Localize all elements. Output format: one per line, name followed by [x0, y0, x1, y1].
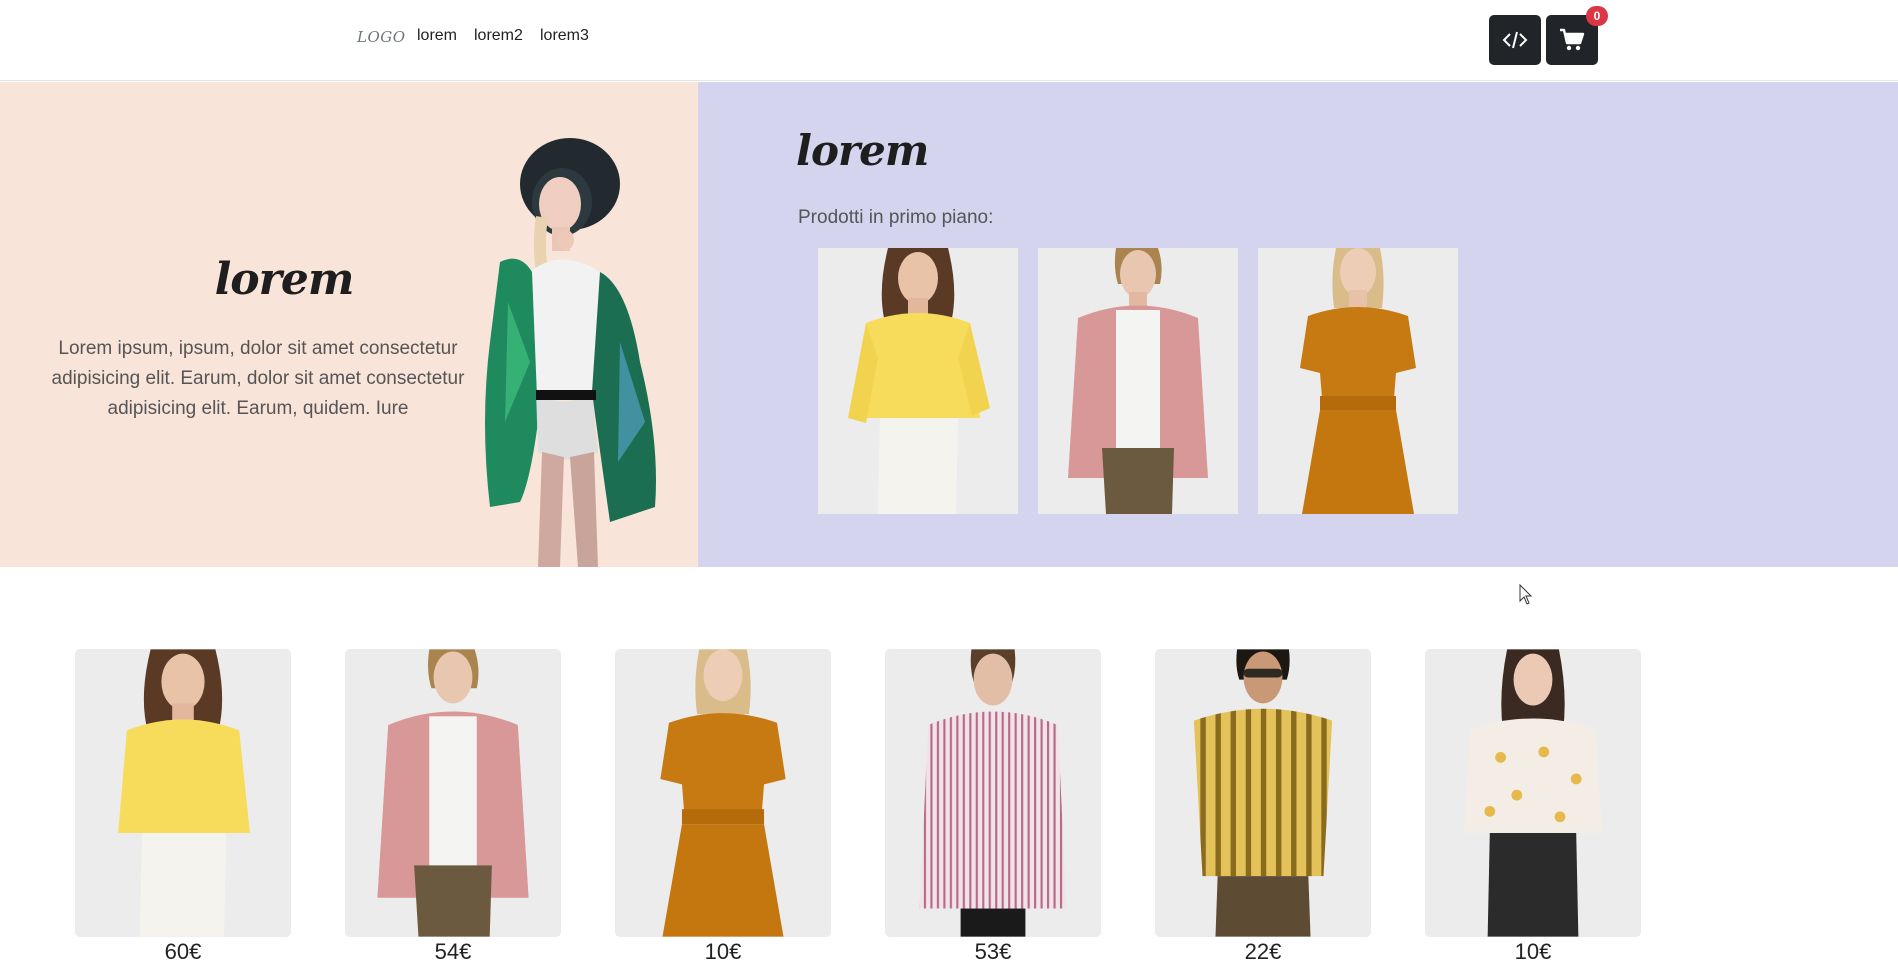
pink-shirt-image [345, 649, 561, 937]
featured-product-card[interactable] [1038, 248, 1238, 514]
product-price: 54€ [434, 939, 472, 964]
hero-model-image [485, 138, 656, 567]
pink-shirt-image [1038, 248, 1238, 514]
logo[interactable]: LOGO [357, 28, 406, 46]
product-card[interactable] [75, 649, 291, 937]
product-price: 60€ [164, 939, 202, 964]
mouse-cursor-icon [1519, 584, 1533, 605]
cart-count-badge: 0 [1586, 6, 1608, 26]
hero-banner: lorem Lorem ipsum, ipsum, dolor sit amet… [0, 82, 698, 567]
orange-dress-image [615, 649, 831, 937]
orange-dress-image [1258, 248, 1458, 514]
featured-title: lorem [796, 126, 929, 175]
floral-blouse-image [1425, 649, 1641, 937]
featured-product-card[interactable] [818, 248, 1018, 514]
navbar: LOGO lorem lorem2 lorem3 0 [0, 0, 1898, 81]
product-card[interactable] [345, 649, 561, 937]
striped-shirt-image [885, 649, 1101, 937]
code-icon [1502, 31, 1528, 49]
yellow-stripe-shirt-image [1155, 649, 1371, 937]
product-card[interactable] [615, 649, 831, 937]
product-price: 53€ [974, 939, 1012, 964]
nav-link-lorem3[interactable]: lorem3 [540, 27, 589, 45]
product-price: 10€ [704, 939, 742, 964]
product-price: 10€ [1514, 939, 1552, 964]
featured-section: lorem Prodotti in primo piano: [698, 82, 1898, 567]
code-button[interactable] [1489, 15, 1541, 65]
product-card[interactable] [885, 649, 1101, 937]
product-card[interactable] [1155, 649, 1371, 937]
nav-link-lorem2[interactable]: lorem2 [474, 27, 523, 45]
hero-text: Lorem ipsum, ipsum, dolor sit amet conse… [51, 338, 465, 419]
featured-product-card[interactable] [1258, 248, 1458, 514]
featured-label: Prodotti in primo piano: [798, 207, 994, 228]
product-price: 22€ [1244, 939, 1282, 964]
nav-link-lorem[interactable]: lorem [417, 27, 457, 45]
yellow-blouse-image [75, 649, 291, 937]
yellow-blouse-image [818, 248, 1018, 514]
product-card[interactable] [1425, 649, 1641, 937]
cart-icon [1560, 28, 1585, 51]
